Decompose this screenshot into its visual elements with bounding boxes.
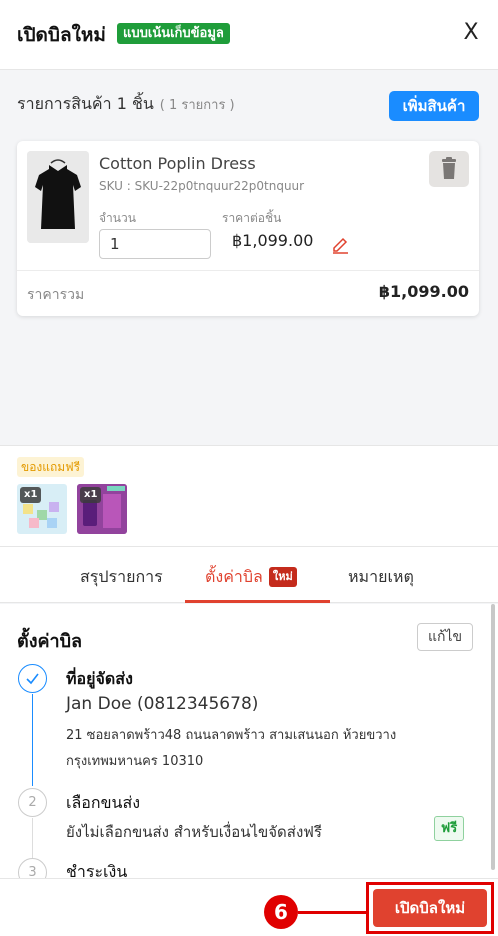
tab-notes[interactable]: หมายเหตุ	[348, 565, 414, 590]
step-connector	[32, 818, 33, 858]
header: เปิดบิลใหม่ แบบเน้นเก็บข้อมูล X	[0, 0, 498, 70]
trash-icon	[442, 157, 456, 179]
step-payment-title: ชำระเงิน	[66, 862, 128, 878]
divider	[17, 270, 479, 271]
bill-settings-panel: ตั้งค่าบิล แก้ไข ที่อยู่จัดส่ง Jan Doe (…	[0, 604, 498, 878]
footer: 6 เปิดบิลใหม่	[0, 878, 498, 936]
address-line2: กรุงเทพมหานคร 10310	[66, 754, 204, 769]
step-number: 2	[18, 788, 47, 817]
open-new-bill-button[interactable]: เปิดบิลใหม่	[373, 889, 487, 927]
step-shipping-title: เลือกขนส่ง	[66, 793, 141, 812]
free-gifts-section: ของแถมฟรี x1 x1	[0, 445, 498, 547]
product-card: Cotton Poplin Dress SKU : SKU-22p0tnquur…	[17, 141, 479, 316]
new-badge: ใหม่	[268, 567, 297, 587]
product-name: Cotton Poplin Dress	[99, 154, 256, 173]
edit-settings-button[interactable]: แก้ไข	[417, 623, 473, 651]
gift-qty: x1	[80, 487, 102, 503]
step-marker: 6	[264, 895, 298, 929]
gift-item[interactable]: x1	[17, 484, 67, 534]
unit-price: ฿1,099.00	[232, 231, 314, 250]
free-shipping-badge: ฟรี	[434, 816, 465, 841]
settings-title: ตั้งค่าบิล	[17, 631, 83, 652]
address-line1: 21 ซอยลาดพร้าว48 ถนนลาดพร้าว สามเสนนอก ห…	[66, 728, 397, 743]
annotation-connector	[298, 911, 366, 914]
unit-price-label: ราคาต่อชิ้น	[222, 211, 282, 225]
step-connector	[32, 694, 33, 786]
close-button[interactable]: X	[459, 18, 483, 48]
tab-label: หมายเหตุ	[348, 567, 414, 586]
qty-label: จำนวน	[99, 211, 136, 225]
tab-bill-settings[interactable]: ตั้งค่าบิล ใหม่	[205, 565, 297, 590]
items-heading-label: รายการสินค้า 1 ชิ้น	[17, 94, 154, 113]
free-gifts-label: ของแถมฟรี	[17, 457, 85, 477]
delete-button[interactable]	[429, 151, 469, 187]
page-title: เปิดบิลใหม่	[17, 24, 106, 46]
tab-bar: สรุปรายการ ตั้งค่าบิล ใหม่ หมายเหตุ	[0, 547, 498, 603]
add-product-button[interactable]: เพิ่มสินค้า	[389, 91, 479, 121]
product-image	[27, 151, 89, 243]
tab-label: สรุปรายการ	[80, 567, 163, 586]
gift-qty: x1	[20, 487, 42, 503]
customer-name: Jan Doe (0812345678)	[66, 694, 259, 714]
items-count: ( 1 รายการ )	[159, 98, 235, 113]
total-price: ฿1,099.00	[378, 282, 469, 301]
edit-price-icon[interactable]	[330, 234, 350, 254]
product-sku: SKU : SKU-22p0tnquur22p0tnquur	[99, 179, 305, 193]
quantity-input[interactable]: 1	[99, 229, 211, 259]
mode-badge: แบบเน้นเก็บข้อมูล	[117, 23, 230, 44]
check-icon	[26, 673, 39, 685]
close-icon: X	[463, 20, 479, 45]
tab-summary[interactable]: สรุปรายการ	[80, 565, 163, 590]
gift-item[interactable]: x1	[77, 484, 127, 534]
step-address-title: ที่อยู่จัดส่ง	[66, 669, 133, 688]
items-heading: รายการสินค้า 1 ชิ้น ( 1 รายการ )	[17, 92, 235, 117]
step-number: 3	[18, 858, 47, 878]
shipping-status: ยังไม่เลือกขนส่ง สำหรับเงื่อนไขจัดส่งฟรี	[66, 823, 322, 841]
total-label: ราคารวม	[27, 287, 85, 303]
scrollbar[interactable]	[491, 604, 495, 870]
tab-label: ตั้งค่าบิล	[205, 567, 263, 586]
step-done-indicator	[18, 664, 47, 693]
active-tab-indicator	[185, 600, 330, 603]
